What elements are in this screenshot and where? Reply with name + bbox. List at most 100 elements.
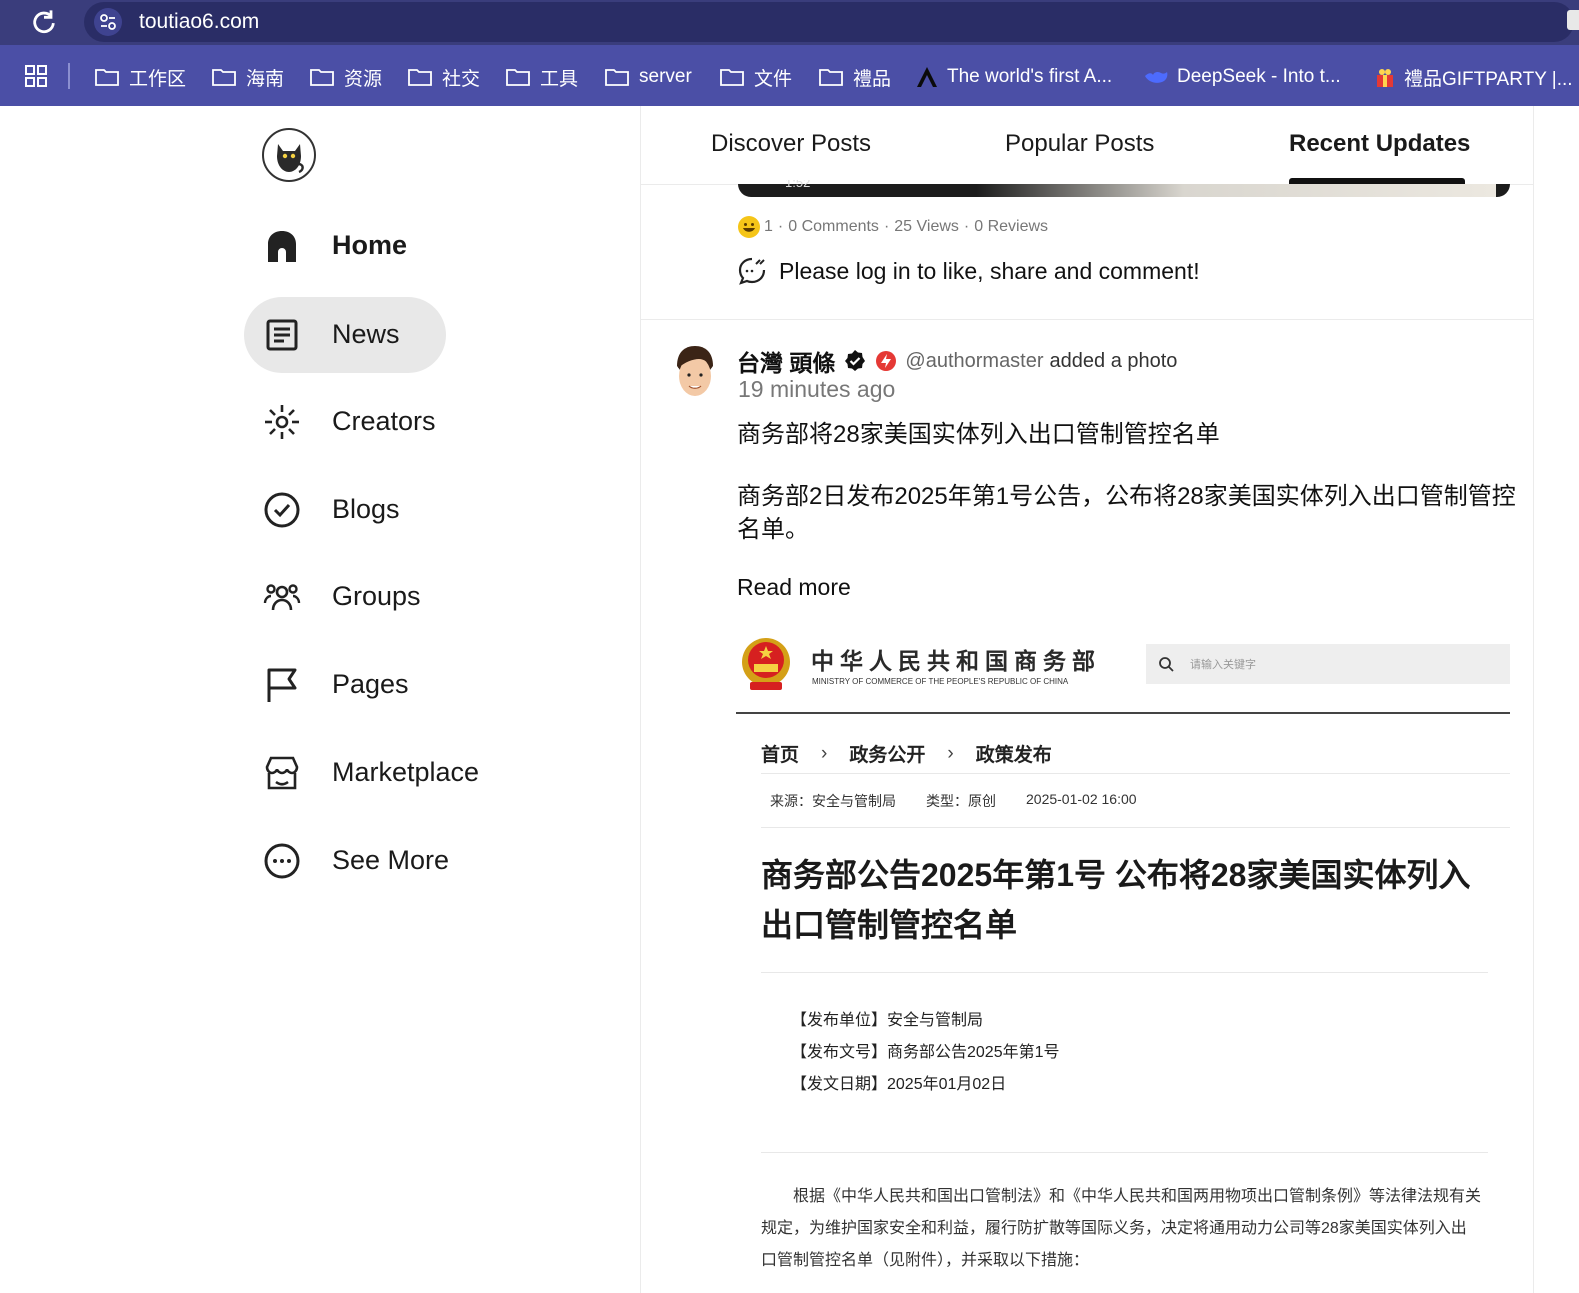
doc-date: 2025-01-02 16:00 xyxy=(1026,791,1137,807)
info-rule xyxy=(761,1152,1488,1153)
deepseek-whale-icon xyxy=(1145,71,1168,83)
embed-search-box: 请输入关键字 xyxy=(1146,644,1510,684)
doc-info-line: 【发文日期】2025年01月02日 xyxy=(791,1076,1007,1093)
folder-icon xyxy=(819,69,843,86)
chevron-right-icon: › xyxy=(821,742,828,764)
bookmark-label: 资源 xyxy=(344,68,383,90)
login-prompt-text: Please log in to like, share and comment… xyxy=(779,257,1200,284)
search-icon xyxy=(1159,657,1174,672)
reaction-count: 1 xyxy=(764,218,773,235)
bookmark-folder[interactable]: 海南 xyxy=(212,63,284,91)
chat-bubble-icon xyxy=(738,257,766,285)
author-avatar[interactable] xyxy=(672,344,718,404)
breadcrumb-item: 首页 xyxy=(761,745,800,766)
sparkle-icon xyxy=(265,405,299,439)
extension-icon[interactable] xyxy=(1567,10,1579,30)
bookmark-label: 社交 xyxy=(442,68,481,90)
video-thumbnail[interactable] xyxy=(738,184,1510,197)
bookmark-label: 文件 xyxy=(754,68,793,90)
author-handle[interactable]: @authormaster xyxy=(905,350,1043,373)
url-text[interactable]: toutiao6.com xyxy=(139,10,259,34)
content-divider xyxy=(1533,106,1534,1293)
sidebar-item-label: Pages xyxy=(332,669,409,699)
comments-count[interactable]: 0 Comments xyxy=(788,218,879,236)
bookmark-folder[interactable]: 社交 xyxy=(408,63,480,91)
tab-discover-posts[interactable]: Discover Posts xyxy=(711,130,871,158)
flag-icon xyxy=(267,668,297,702)
sidebar-item-home[interactable]: Home xyxy=(244,208,484,284)
reload-icon[interactable] xyxy=(30,8,58,36)
tab-popular-posts[interactable]: Popular Posts xyxy=(1005,130,1154,158)
title-rule xyxy=(761,972,1488,973)
site-logo[interactable] xyxy=(262,128,316,182)
doc-type: 类型：原创 xyxy=(926,793,996,809)
cat-logo-icon xyxy=(277,144,304,174)
check-circle-icon xyxy=(264,492,300,528)
folder-icon xyxy=(310,69,334,86)
post-timestamp[interactable]: 19 minutes ago xyxy=(738,376,895,403)
breadcrumb: 首页 › 政务公开 › 政策发布 xyxy=(761,740,1052,767)
tab-recent-updates[interactable]: Recent Updates xyxy=(1289,130,1470,158)
bookmark-label: DeepSeek - Into t... xyxy=(1177,66,1341,87)
pro-bolt-icon xyxy=(876,351,897,371)
sidebar-item-pages[interactable]: Pages xyxy=(244,647,484,723)
post-stats: 1 · 0 Comments · 25 Views · 0 Reviews xyxy=(738,216,1048,238)
video-duration: 1:52 xyxy=(785,180,811,190)
url-box[interactable]: toutiao6.com xyxy=(84,2,1574,42)
sidebar-item-label: Creators xyxy=(332,406,436,436)
sidebar-item-label: See More xyxy=(332,845,450,875)
bookmarks-bar: 工作区 海南 资源 社交 工具 server 文件 禮品 The world's… xyxy=(0,45,1579,106)
read-more-link[interactable]: Read more xyxy=(737,574,851,601)
folder-icon xyxy=(95,69,119,86)
sidebar-item-label: Home xyxy=(332,230,408,260)
apps-grid-icon[interactable] xyxy=(25,65,47,87)
login-prompt[interactable]: Please log in to like, share and comment… xyxy=(737,256,1200,286)
folder-icon xyxy=(720,69,744,86)
bookmark-folder[interactable]: 资源 xyxy=(310,63,382,91)
bookmark-link[interactable]: The world's first A... xyxy=(915,63,1112,91)
store-icon xyxy=(265,756,299,790)
sidebar-item-label: Marketplace xyxy=(332,757,480,787)
sidebar-item-blogs[interactable]: Blogs xyxy=(244,472,484,548)
grinning-emoji-icon[interactable] xyxy=(738,216,760,238)
bookmark-folder[interactable]: 工作区 xyxy=(95,63,186,91)
a-logo-icon xyxy=(917,67,937,87)
reviews-count[interactable]: 0 Reviews xyxy=(974,218,1048,236)
bookmark-folder[interactable]: server xyxy=(605,63,692,91)
sidebar-item-news[interactable]: News xyxy=(244,297,446,373)
bookmarks-separator xyxy=(68,63,70,89)
post-title: 商务部将28家美国实体列入出口管制管控名单 xyxy=(737,421,1220,448)
verified-badge-icon xyxy=(845,350,866,371)
bookmark-folder[interactable]: 文件 xyxy=(720,63,792,91)
post-image[interactable]: 中华人民共和国商务部 MINISTRY OF COMMERCE OF THE P… xyxy=(736,628,1512,1293)
sidebar-item-marketplace[interactable]: Marketplace xyxy=(244,735,484,811)
sidebar-item-see-more[interactable]: See More xyxy=(244,823,484,899)
doc-paragraph: 根据《中华人民共和国出口管制法》和《中华人民共和国两用物项出口管制条例》等法律法… xyxy=(761,1188,1482,1269)
breadcrumb-item: 政策发布 xyxy=(975,745,1052,766)
site-settings-icon[interactable] xyxy=(94,8,122,36)
meta-rule xyxy=(761,827,1510,828)
sidebar-item-groups[interactable]: Groups xyxy=(244,559,484,635)
bookmark-folder[interactable]: 工具 xyxy=(506,63,578,91)
gift-icon xyxy=(1377,69,1393,87)
search-placeholder: 请输入关键字 xyxy=(1190,659,1256,671)
doc-info-line: 【发布文号】商务部公告2025年第1号 xyxy=(791,1044,1060,1061)
post-action: added a photo xyxy=(1049,349,1178,372)
address-bar-row: toutiao6.com xyxy=(0,0,1579,45)
bookmark-folder[interactable]: 禮品 xyxy=(819,63,891,91)
author-name[interactable]: 台灣 頭條 xyxy=(737,344,835,378)
bookmark-label: 海南 xyxy=(246,68,285,90)
bookmark-link[interactable]: 禮品GIFTPARTY |... xyxy=(1374,63,1573,91)
doc-info-line: 【发布单位】安全与管制局 xyxy=(791,1012,984,1029)
header-rule xyxy=(736,712,1510,714)
folder-icon xyxy=(506,69,530,86)
sidebar-item-creators[interactable]: Creators xyxy=(244,384,484,460)
breadcrumb-rule xyxy=(761,773,1510,774)
bookmark-link[interactable]: DeepSeek - Into t... xyxy=(1143,63,1341,91)
doc-source: 来源：安全与管制局 xyxy=(770,793,896,809)
views-count: 25 Views xyxy=(894,218,959,235)
folder-icon xyxy=(212,69,236,86)
browser-chrome: toutiao6.com 工作区 海南 资源 社交 工具 server 文件 禮… xyxy=(0,0,1579,106)
breadcrumb-item: 政务公开 xyxy=(849,745,926,766)
bookmark-label: 工具 xyxy=(540,68,579,90)
